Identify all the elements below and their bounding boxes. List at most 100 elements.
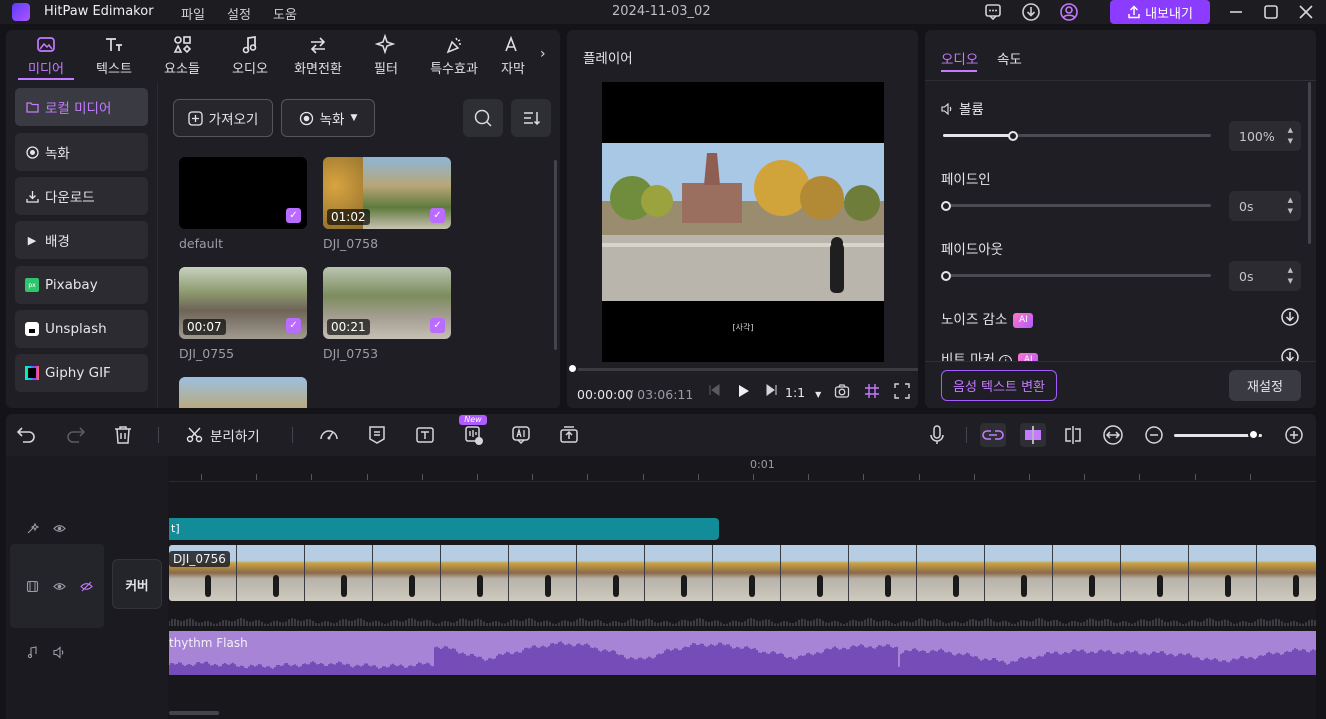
download-circle-icon[interactable] bbox=[1280, 347, 1300, 361]
progress-knob[interactable] bbox=[567, 363, 578, 374]
redo-icon[interactable] bbox=[64, 424, 86, 446]
sidebar-item-record[interactable]: 녹화 bbox=[15, 133, 148, 171]
checkbox-checked-icon[interactable]: ✓ bbox=[286, 318, 301, 333]
sidebar-item-download[interactable]: 다운로드 bbox=[15, 177, 148, 215]
sidebar-item-local-media[interactable]: 로컬 미디어 bbox=[15, 88, 148, 126]
media-scrollbar[interactable] bbox=[554, 160, 557, 350]
play-icon[interactable] bbox=[735, 383, 751, 399]
grid-icon[interactable] bbox=[864, 383, 880, 399]
tab-filters[interactable]: 필터 bbox=[354, 34, 418, 80]
export-button[interactable]: 내보내기 bbox=[1110, 0, 1210, 24]
feedback-icon[interactable] bbox=[983, 2, 1003, 22]
export-clip-icon[interactable] bbox=[558, 424, 580, 446]
zoom-out-icon[interactable] bbox=[1143, 424, 1165, 446]
audio-clip[interactable] bbox=[169, 631, 1316, 675]
split-button[interactable]: 분리하기 bbox=[186, 425, 260, 445]
tab-effects[interactable]: 특수효과 bbox=[422, 34, 486, 80]
next-frame-icon[interactable] bbox=[765, 383, 779, 397]
tab-audio-properties[interactable]: 오디오 bbox=[941, 48, 978, 68]
magnet-toggle[interactable] bbox=[980, 423, 1006, 447]
fade-out-stepper[interactable]: 0s ▲ ▼ bbox=[1229, 261, 1301, 291]
sort-button[interactable] bbox=[511, 99, 551, 137]
visibility-eye-icon[interactable] bbox=[53, 580, 66, 593]
tab-text[interactable]: 텍스트 bbox=[82, 34, 146, 80]
subtitle-icon[interactable] bbox=[366, 424, 388, 446]
import-button[interactable]: 가져오기 bbox=[173, 99, 273, 137]
properties-scrollbar[interactable] bbox=[1308, 82, 1311, 244]
split-audio-icon[interactable] bbox=[1062, 424, 1084, 446]
zoom-in-icon[interactable] bbox=[1283, 424, 1305, 446]
sidebar-item-background[interactable]: ▶ 배경 bbox=[15, 221, 148, 259]
volume-slider-knob[interactable] bbox=[1007, 131, 1018, 141]
minimize-icon[interactable] bbox=[1226, 2, 1246, 22]
fade-out-slider[interactable] bbox=[943, 274, 1211, 277]
stepper-arrows-icon[interactable]: ▲ ▼ bbox=[1288, 125, 1293, 147]
track-header-video[interactable] bbox=[10, 544, 104, 628]
fade-in-stepper[interactable]: 0s ▲ ▼ bbox=[1229, 191, 1301, 221]
sidebar-item-unsplash[interactable]: Unsplash bbox=[15, 310, 148, 348]
fade-in-slider-knob[interactable] bbox=[941, 201, 951, 211]
reset-button[interactable]: 재설정 bbox=[1229, 370, 1301, 401]
sidebar-item-giphy[interactable]: Giphy GIF bbox=[15, 354, 148, 392]
ai-caption-icon[interactable] bbox=[510, 424, 532, 446]
text-clip[interactable]: t] bbox=[169, 518, 719, 540]
text-to-speech-icon[interactable] bbox=[414, 424, 436, 446]
tab-elements[interactable]: 요소들 bbox=[150, 34, 214, 80]
fit-timeline-icon[interactable] bbox=[1102, 424, 1124, 446]
timeline-ruler[interactable]: 0:01 bbox=[169, 456, 1316, 482]
snapshot-icon[interactable] bbox=[834, 383, 850, 399]
delete-icon[interactable] bbox=[112, 424, 134, 446]
sidebar-item-pixabay[interactable]: px Pixabay bbox=[15, 266, 148, 304]
media-item-dji-0753[interactable]: 00:21 ✓ bbox=[323, 267, 451, 339]
media-item-dji-0755[interactable]: 00:07 ✓ bbox=[179, 267, 307, 339]
download-circle-icon[interactable] bbox=[1280, 307, 1300, 327]
sort-icon bbox=[524, 112, 541, 126]
playback-progress[interactable] bbox=[571, 368, 918, 371]
timeline-scrollbar[interactable] bbox=[169, 711, 219, 715]
microphone-icon[interactable] bbox=[926, 424, 948, 446]
clip-frame-figure bbox=[409, 575, 415, 597]
menu-file[interactable]: 파일 bbox=[181, 4, 205, 23]
previous-frame-icon[interactable] bbox=[707, 383, 721, 397]
snap-toggle[interactable] bbox=[1020, 423, 1046, 447]
fade-in-slider[interactable] bbox=[943, 204, 1211, 207]
record-dropdown-button[interactable]: 녹화 ▼ bbox=[281, 99, 375, 137]
zoom-slider-knob[interactable] bbox=[1248, 429, 1260, 440]
search-button[interactable] bbox=[463, 99, 503, 137]
speech-to-text-button[interactable]: 음성 텍스트 변환 bbox=[941, 370, 1057, 401]
speed-icon[interactable] bbox=[318, 424, 340, 446]
media-item-dji-0758[interactable]: 01:02 ✓ bbox=[323, 157, 451, 229]
volume-stepper[interactable]: 100% ▲ ▼ bbox=[1229, 121, 1301, 151]
account-icon[interactable] bbox=[1059, 2, 1079, 22]
tab-media[interactable]: 미디어 bbox=[14, 34, 78, 80]
menu-help[interactable]: 도움 bbox=[273, 4, 297, 23]
undo-icon[interactable] bbox=[16, 424, 38, 446]
ai-music-icon[interactable] bbox=[463, 424, 485, 446]
tab-speed[interactable]: 속도 bbox=[997, 48, 1022, 68]
tab-subtitles[interactable]: 자막 bbox=[490, 34, 536, 80]
checkbox-checked-icon[interactable]: ✓ bbox=[286, 208, 301, 223]
volume-icon[interactable] bbox=[53, 645, 66, 659]
tabs-scroll-right-icon[interactable]: › bbox=[540, 46, 546, 62]
close-icon[interactable] bbox=[1296, 2, 1316, 22]
audio-mute-icon[interactable] bbox=[80, 580, 93, 593]
maximize-icon[interactable] bbox=[1261, 2, 1281, 22]
visibility-eye-icon[interactable] bbox=[53, 522, 66, 535]
stepper-arrows-icon[interactable]: ▲ ▼ bbox=[1288, 265, 1293, 287]
download-icon[interactable] bbox=[1021, 2, 1041, 22]
checkbox-checked-icon[interactable]: ✓ bbox=[430, 208, 445, 223]
media-item-default[interactable]: ✓ bbox=[179, 157, 307, 229]
video-clip[interactable] bbox=[169, 545, 1316, 601]
fade-out-slider-knob[interactable] bbox=[941, 271, 951, 281]
checkbox-checked-icon[interactable]: ✓ bbox=[430, 318, 445, 333]
fullscreen-icon[interactable] bbox=[894, 383, 910, 399]
cover-button[interactable]: 커버 bbox=[112, 559, 162, 609]
menu-settings[interactable]: 설정 bbox=[227, 4, 251, 23]
aspect-ratio-select[interactable]: 1:1 ▼ bbox=[785, 385, 821, 400]
stepper-arrows-icon[interactable]: ▲ ▼ bbox=[1288, 195, 1293, 217]
tab-transitions[interactable]: 화면전환 bbox=[286, 34, 350, 80]
ruler-tick bbox=[808, 474, 810, 480]
video-preview[interactable]: [사각] bbox=[602, 82, 884, 362]
tab-audio[interactable]: 오디오 bbox=[218, 34, 282, 80]
media-item-partial[interactable] bbox=[179, 377, 307, 408]
